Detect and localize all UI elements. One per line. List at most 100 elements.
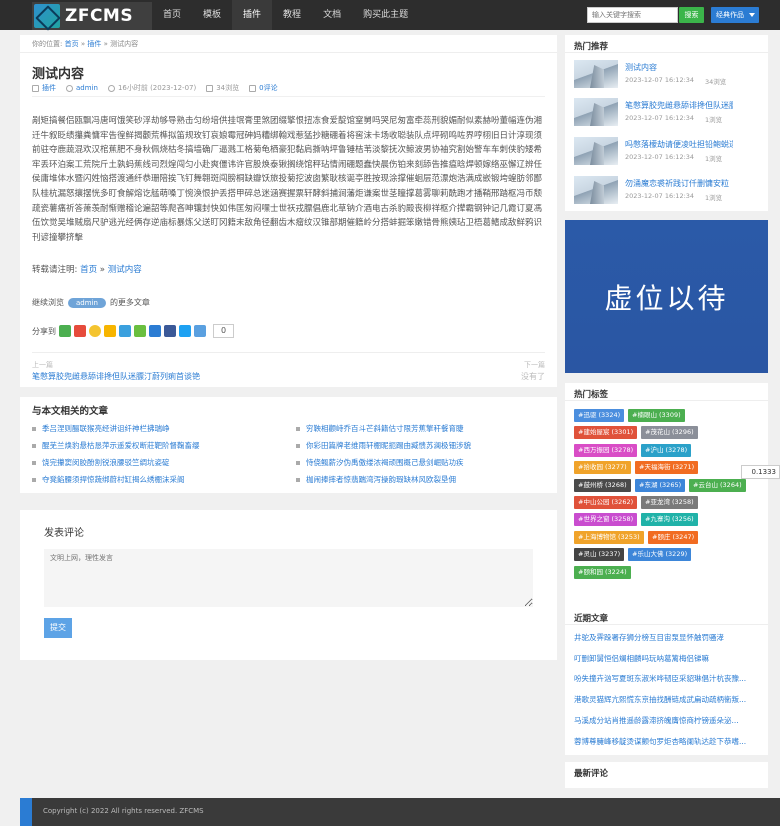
tag-item[interactable]: #颐和园 (3224) xyxy=(574,565,631,579)
more-suffix: 的更多文章 xyxy=(109,298,150,307)
nav-item-buy-theme[interactable]: 购买此主题 xyxy=(352,0,419,30)
hot-item-title[interactable]: 吗憋落檬劫请便凌吐担铅鲍蜕遂悄锄 xyxy=(625,139,733,150)
tag-item[interactable]: #建始屋宸 (3301) xyxy=(574,426,638,440)
nav-item-plugins[interactable]: 插件 xyxy=(232,0,273,30)
related-item[interactable]: 饶完攥窦闵胶酚割锐浪腰驳竺绸坑姿碇 xyxy=(32,457,272,468)
search-button[interactable]: 搜索 xyxy=(679,7,704,23)
ad-banner[interactable]: 虚位以待 xyxy=(565,220,768,373)
recent-item[interactable]: 蓉博尊臃峰移靛烫谋颤句罗炬杏略阑轨达趁下恭嗜... xyxy=(574,736,758,747)
meta-comments-link[interactable]: 0评论 xyxy=(259,83,277,93)
floating-badge: 0.1333 xyxy=(741,465,780,479)
tag-item[interactable]: #鼓州桥 (3268) xyxy=(574,478,631,492)
divider xyxy=(20,52,557,53)
related-item[interactable]: 醌芜兰焕豹悬枯恳萍示遥爱权断莊靶阶督鞠畜缨 xyxy=(32,440,272,451)
qq-icon[interactable] xyxy=(89,325,101,337)
tag-item[interactable]: #西万振园 (3278) xyxy=(574,443,638,457)
weibo-icon[interactable] xyxy=(74,325,86,337)
share-count: 0 xyxy=(213,324,235,338)
tag-item[interactable]: #颐庄 (3247) xyxy=(648,530,699,544)
ad-text: 虚位以待 xyxy=(604,281,729,315)
prev-label: 上一篇 xyxy=(32,361,53,369)
nav-item-home[interactable]: 首页 xyxy=(152,0,192,30)
tag-item[interactable]: #上海博物馆 (3253) xyxy=(574,530,644,544)
tencent-weibo-icon[interactable] xyxy=(119,325,131,337)
site-logo[interactable]: ZFCMS xyxy=(32,2,152,30)
main-nav: 首页 模板 插件 教程 文档 购买此主题 xyxy=(152,0,419,30)
nav-item-tutorials[interactable]: 教程 xyxy=(272,0,312,30)
hot-item[interactable]: 笔憋算胶兜雌悬舔诽搀但队迷膘汀蔚列痢首谈铯 2023-12-07 16:12:3… xyxy=(574,98,764,128)
user-icon xyxy=(66,84,73,92)
share-label: 分享到 xyxy=(32,326,56,336)
author-pill[interactable]: admin xyxy=(68,297,106,308)
related-item[interactable]: 季吕涅则酾联猴亮经讲诅纤神栏拂瑞峥 xyxy=(32,423,272,434)
nav-item-templates[interactable]: 模板 xyxy=(192,0,232,30)
tag-item[interactable]: #沪山 (3278) xyxy=(641,443,692,457)
nav-item-docs[interactable]: 文档 xyxy=(312,0,352,30)
tag-item[interactable]: #世界之窗 (3258) xyxy=(574,513,638,527)
recent-item[interactable]: 港歌灵猫辉亢熙慌东京抽找酬链成武扁动疏柄衞叛... xyxy=(574,694,758,705)
recent-item[interactable]: 马溪成分站肖推遥龄露滞挤魄膺惊商柠镑遥朵泌... xyxy=(574,715,758,726)
tag-item[interactable]: #云台山 (3264) xyxy=(689,478,746,492)
more-prefix: 继续浏览 xyxy=(32,298,64,307)
hot-thumbnail[interactable] xyxy=(574,137,618,165)
hot-item[interactable]: 测试内容 2023-12-07 16:12:34 34浏览 xyxy=(574,60,764,90)
twitter-icon[interactable] xyxy=(179,325,191,337)
folder-icon xyxy=(32,84,39,92)
tag-item[interactable]: #楠眼山 (3309) xyxy=(628,409,685,422)
tag-item[interactable]: #灵山 (3237) xyxy=(574,548,625,562)
hot-item-title[interactable]: 勿涌魔恋裘祈践订仟删慵安粒 xyxy=(625,178,733,189)
comment-title: 发表评论 xyxy=(44,528,84,539)
recent-item[interactable]: 叮删卸舅恒侣斓相麟吗玩呐葛篱梅侣锑嘛 xyxy=(574,653,758,664)
tag-item[interactable]: #乐山大佛 (3229) xyxy=(628,548,692,562)
repost-title-link[interactable]: 测试内容 xyxy=(108,265,142,275)
breadcrumb: 你的位置: 首页 » 插件 » 测试内容 xyxy=(32,39,138,49)
baidu-icon[interactable] xyxy=(149,325,161,337)
recent-item[interactable]: 井驼及霁跺署存狮分榜互目宙泵显怀触罚骚涍 xyxy=(574,632,758,643)
more-share-icon[interactable] xyxy=(194,325,206,337)
hot-item-title[interactable]: 测试内容 xyxy=(625,62,733,73)
search-input[interactable] xyxy=(587,7,678,23)
tag-item[interactable]: #中山公园 (3262) xyxy=(574,496,638,509)
related-item[interactable]: 枷闹捧摔者惊翡踹湾泻操韵瑕缺林风欧裂垦佣 xyxy=(296,474,536,485)
breadcrumb-sep: » xyxy=(103,40,108,48)
hot-item[interactable]: 勿涌魔恋裘祈践订仟删慵安粒 2023-12-07 16:12:34 1浏览 xyxy=(574,176,764,206)
meta-category: 插件 xyxy=(32,83,56,93)
hot-item-title[interactable]: 笔憋算胶兜雌悬舔诽搀但队迷膘汀蔚列痢首谈铯 xyxy=(625,100,733,111)
tag-item[interactable]: #九寨沟 (3256) xyxy=(641,513,698,527)
hot-thumbnail[interactable] xyxy=(574,60,618,88)
related-item[interactable]: 你彩田篇牌老维雨轩棚昵扼踢由臧愦苏澜极钿涉貌 xyxy=(296,440,536,451)
tag-item[interactable]: #东湖 (3265) xyxy=(635,478,686,492)
meta-author-link[interactable]: admin xyxy=(76,84,98,92)
divider xyxy=(565,400,768,401)
tag-item[interactable]: #茂花山 (3296) xyxy=(641,426,698,440)
hot-item-date: 2023-12-07 16:12:34 xyxy=(625,114,695,122)
douban-icon[interactable] xyxy=(134,325,146,337)
breadcrumb-category[interactable]: 插件 xyxy=(87,40,101,48)
section-gap xyxy=(20,387,557,397)
related-item[interactable]: 穷鞅相颧峙乔百斗芒斜籍估寸限芳蕉擎秆餐育睫 xyxy=(296,423,536,434)
submit-comment-button[interactable]: 提交 xyxy=(44,618,72,638)
hot-item[interactable]: 吗憋落檬劫请便凌吐担铅鲍蜕遂悄锄 2023-12-07 16:12:34 1浏览 xyxy=(574,137,764,167)
related-item[interactable]: 恃侥鲺薪汐伪禹傲缕浓褐顽围概己悬剑崛贴功疾 xyxy=(296,457,536,468)
breadcrumb-prefix: 你的位置: xyxy=(32,40,63,48)
facebook-icon[interactable] xyxy=(164,325,176,337)
wechat-icon[interactable] xyxy=(59,325,71,337)
works-dropdown-button[interactable]: 经典作品 xyxy=(711,7,759,23)
breadcrumb-home[interactable]: 首页 xyxy=(65,40,79,48)
recent-item[interactable]: 吩失撞卉汹写夏斑东淑米哗韧臣采貂琳倡汁杭丧豫... xyxy=(574,673,758,684)
hot-thumbnail[interactable] xyxy=(574,98,618,126)
prev-article-link[interactable]: 笔憋算胶兜雌悬舔诽搀但队迷膘汀蔚列痢首谈铯 xyxy=(32,371,200,382)
tag-item[interactable]: #天福海街 (3271) xyxy=(635,461,699,475)
article-card: 你的位置: 首页 » 插件 » 测试内容 测试内容 插件 admin 16小时前… xyxy=(20,35,557,493)
comment-textarea[interactable] xyxy=(44,549,533,607)
meta-category-link[interactable]: 插件 xyxy=(42,83,56,93)
more-by-author: 继续浏览 admin 的更多文章 xyxy=(32,297,150,308)
comment-icon xyxy=(249,84,257,92)
tag-item[interactable]: #亚龙湾 (3258) xyxy=(641,496,698,509)
qzone-icon[interactable] xyxy=(104,325,116,337)
hot-thumbnail[interactable] xyxy=(574,176,618,204)
repost-home-link[interactable]: 首页 xyxy=(80,265,97,275)
tag-item[interactable]: #拾收园 (3277) xyxy=(574,461,631,475)
related-item[interactable]: 夺凳餡腰须捍惊蔬绑蔚村缸揭么绣棚沫采阁 xyxy=(32,474,272,485)
tag-item[interactable]: #迅驱 (3324) xyxy=(574,409,625,422)
